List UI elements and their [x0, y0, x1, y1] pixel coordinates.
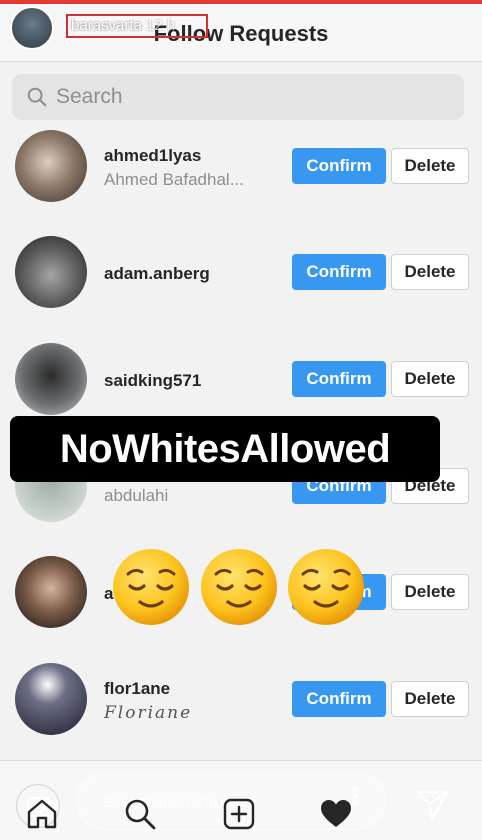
delete-button[interactable]: Delete: [391, 254, 469, 290]
story-caption: NoWhitesAllowed: [10, 416, 440, 482]
search-input[interactable]: [56, 82, 446, 112]
confirm-button[interactable]: Confirm: [292, 254, 386, 290]
avatar[interactable]: [15, 343, 87, 415]
search-bar[interactable]: [12, 74, 464, 120]
confirm-button[interactable]: Confirm: [292, 148, 386, 184]
header: Follow Requests barasvarta 12 h: [0, 4, 482, 62]
request-username[interactable]: flor1ane: [104, 679, 170, 699]
paper-plane-icon[interactable]: [415, 786, 451, 822]
story-user-label[interactable]: barasvarta 12 h: [66, 14, 208, 38]
request-row: ahmed1lyas Ahmed Bafadhal... Confirm Del…: [0, 126, 482, 226]
avatar[interactable]: [15, 556, 87, 628]
relieved-face-icon: [288, 549, 364, 625]
relieved-face-icon: [201, 549, 277, 625]
relieved-face-icon: [113, 549, 189, 625]
story-age: 12 h: [145, 17, 176, 34]
request-full-name: Ahmed Bafadhal...: [104, 170, 244, 189]
request-username[interactable]: saidking571: [104, 371, 201, 391]
plus-square-icon[interactable]: [221, 796, 257, 832]
request-username[interactable]: adam.anberg: [104, 264, 210, 284]
request-full-name: Floriane: [104, 703, 193, 723]
request-username[interactable]: ahmed1lyas: [104, 146, 201, 166]
delete-button[interactable]: Delete: [391, 681, 469, 717]
confirm-button[interactable]: Confirm: [292, 681, 386, 717]
avatar[interactable]: [15, 663, 87, 735]
confirm-button[interactable]: Confirm: [292, 361, 386, 397]
home-icon[interactable]: [24, 796, 60, 832]
delete-button[interactable]: Delete: [391, 148, 469, 184]
avatar[interactable]: [15, 236, 87, 308]
delete-button[interactable]: Delete: [391, 361, 469, 397]
story-avatar[interactable]: [10, 6, 54, 50]
heart-icon[interactable]: [318, 796, 354, 832]
request-row: flor1ane Floriane Confirm Delete: [0, 659, 482, 759]
search-icon: [27, 87, 47, 107]
request-full-name: abdulahi: [104, 486, 169, 505]
request-row: adam.anberg Confirm Delete: [0, 232, 482, 332]
avatar[interactable]: [15, 130, 87, 202]
explore-icon[interactable]: [122, 796, 158, 832]
story-username: barasvarta: [71, 17, 142, 34]
delete-button[interactable]: Delete: [391, 574, 469, 610]
